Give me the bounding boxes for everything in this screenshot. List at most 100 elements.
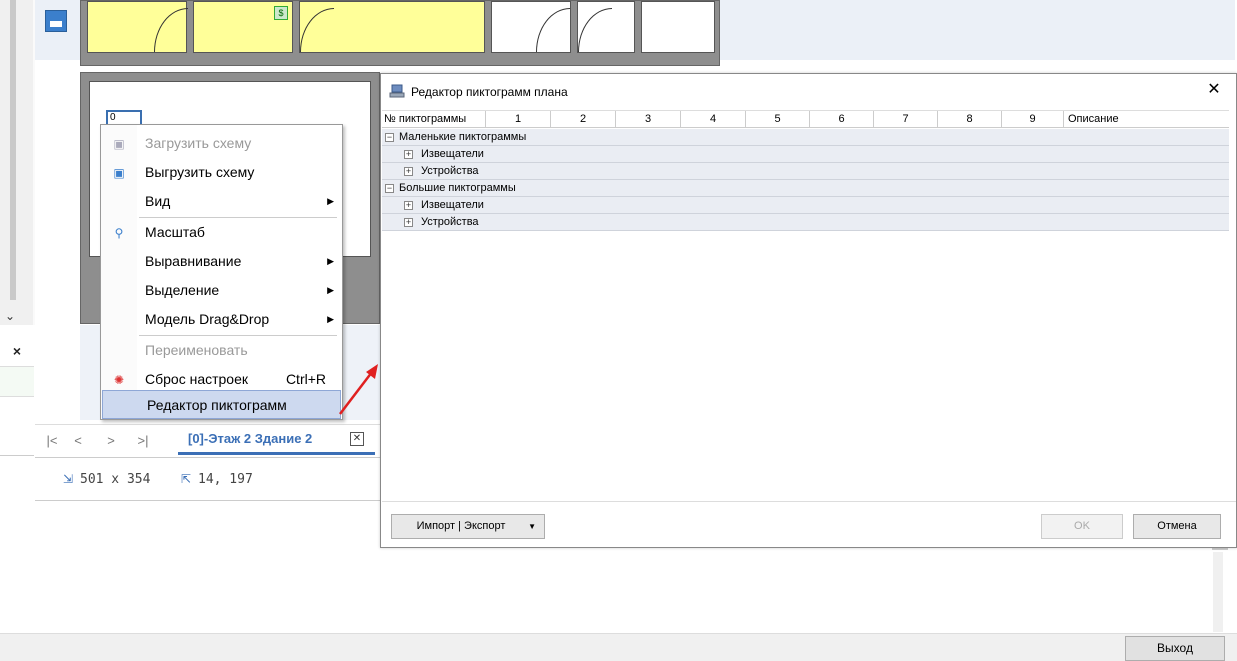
menu-item-label: Загрузить схему xyxy=(145,135,252,151)
column-header[interactable]: 6 xyxy=(810,111,874,128)
column-header[interactable]: 7 xyxy=(874,111,938,128)
column-header[interactable]: 5 xyxy=(746,111,810,128)
close-icon[interactable]: ✕ xyxy=(1204,80,1224,100)
editor-icon xyxy=(389,84,405,98)
position-readout: 14, 197 xyxy=(198,472,253,487)
tab-close-icon[interactable]: ✕ xyxy=(350,432,364,446)
annotation-arrow xyxy=(339,364,378,415)
plan-room[interactable] xyxy=(491,1,571,53)
door-arc xyxy=(578,8,612,52)
exit-button[interactable]: Выход xyxy=(1125,636,1225,661)
menu-item-selection[interactable]: Выделение ▶ xyxy=(101,276,342,305)
menu-item-rename: Переименовать xyxy=(101,336,342,365)
column-header[interactable]: 9 xyxy=(1002,111,1064,128)
icon-editor-dialog: Редактор пиктограмм плана ✕ № пиктограмм… xyxy=(380,73,1237,548)
door-arc xyxy=(154,8,188,52)
tree-row-label: Извещатели xyxy=(421,148,484,160)
expand-icon[interactable]: + xyxy=(404,150,413,159)
plan-room[interactable]: $ xyxy=(193,1,293,53)
tree-row-label: Извещатели xyxy=(421,199,484,211)
menu-item-export-scheme[interactable]: ▣ Выгрузить схему xyxy=(101,158,342,187)
column-header[interactable]: 4 xyxy=(681,111,746,128)
column-header[interactable]: 2 xyxy=(551,111,616,128)
menu-item-label: Выгрузить схему xyxy=(145,164,255,180)
magnifier-icon: ⚲ xyxy=(114,226,124,240)
next-page-button[interactable]: > xyxy=(101,431,121,451)
submenu-arrow-icon: ▶ xyxy=(327,256,334,266)
menu-item-label: Модель Drag&Drop xyxy=(145,311,270,327)
plan-room[interactable] xyxy=(641,1,715,53)
size-icon: ⇲ xyxy=(63,472,74,486)
tree-row-label: Устройства xyxy=(421,216,479,228)
menu-item-label: Вид xyxy=(145,193,171,209)
tree-child-row[interactable]: + Устройства xyxy=(382,214,1229,231)
menu-item-zoom[interactable]: ⚲ Масштаб xyxy=(101,218,342,247)
last-page-button[interactable]: >| xyxy=(133,431,153,451)
submenu-arrow-icon: ▶ xyxy=(327,314,334,324)
right-scrollbar[interactable] xyxy=(1213,552,1223,632)
device-icon[interactable]: $ xyxy=(274,6,288,20)
column-header[interactable]: 1 xyxy=(486,111,551,128)
menu-item-label: Сброс настроек xyxy=(145,371,249,387)
dropdown-arrow-icon: ▼ xyxy=(528,522,536,531)
bottom-bar xyxy=(0,633,1237,661)
expand-icon[interactable]: + xyxy=(404,201,413,210)
button-label: Импорт | Экспорт xyxy=(416,520,506,532)
expand-icon[interactable]: + xyxy=(404,218,413,227)
close-icon[interactable]: × xyxy=(0,335,34,367)
image-icon[interactable] xyxy=(45,10,67,32)
tab-label: [0]-Этаж 2 Здание 2 xyxy=(188,431,313,446)
tree-row-label: Устройства xyxy=(421,165,479,177)
tree-group-row[interactable]: − Маленькие пиктограммы xyxy=(382,129,1229,146)
menu-item-label: Переименовать xyxy=(145,342,248,358)
tree-group-row[interactable]: − Большие пиктограммы xyxy=(382,180,1229,197)
collapse-icon[interactable]: − xyxy=(385,184,394,193)
submenu-arrow-icon: ▶ xyxy=(327,196,334,206)
menu-item-label: Выделение xyxy=(145,282,220,298)
menu-item-label: Редактор пиктограмм xyxy=(147,397,287,413)
plan-room[interactable] xyxy=(577,1,635,53)
tree-child-row[interactable]: + Извещатели xyxy=(382,146,1229,163)
menu-item-align[interactable]: Выравнивание ▶ xyxy=(101,247,342,276)
column-header[interactable]: № пиктограммы xyxy=(382,111,486,128)
dialog-title: Редактор пиктограмм плана xyxy=(411,85,568,99)
tree-child-row[interactable]: + Устройства xyxy=(382,163,1229,180)
left-row xyxy=(0,367,34,397)
tab-floor-2[interactable]: [0]-Этаж 2 Здание 2 xyxy=(178,427,375,455)
expand-icon[interactable]: + xyxy=(404,167,413,176)
position-icon: ⇱ xyxy=(181,472,192,486)
menu-item-view[interactable]: Вид ▶ xyxy=(101,187,342,216)
prev-page-button[interactable]: < xyxy=(68,431,88,451)
app-root: ⌄ × $ 0 0 |< < > >| [0]-Этаж 2 З xyxy=(0,0,1237,661)
grid-header: № пиктограммы 1 2 3 4 5 6 7 8 9 Описание xyxy=(382,110,1229,128)
first-page-button[interactable]: |< xyxy=(42,431,62,451)
plan-room[interactable] xyxy=(299,1,485,53)
export-image-icon: ▣ xyxy=(113,166,125,180)
column-header[interactable]: 8 xyxy=(938,111,1002,128)
floor-plan-top[interactable]: $ xyxy=(80,0,720,66)
tree-row-label: Большие пиктограммы xyxy=(399,182,516,194)
menu-item-load-scheme: ▣ Загрузить схему xyxy=(101,129,342,158)
plan-room[interactable] xyxy=(87,1,188,53)
menu-item-drag-drop-model[interactable]: Модель Drag&Drop ▶ xyxy=(101,305,342,334)
left-panel xyxy=(0,0,33,325)
chevron-down-icon[interactable]: ⌄ xyxy=(2,309,18,325)
ok-button[interactable]: OK xyxy=(1041,514,1123,539)
menu-item-icon-editor[interactable]: Редактор пиктограмм xyxy=(102,390,341,419)
divider xyxy=(382,501,1236,502)
divider xyxy=(35,500,380,501)
door-arc xyxy=(536,8,570,52)
tree-child-row[interactable]: + Извещатели xyxy=(382,197,1229,214)
column-header[interactable]: 3 xyxy=(616,111,681,128)
submenu-arrow-icon: ▶ xyxy=(327,285,334,295)
collapse-icon[interactable]: − xyxy=(385,133,394,142)
tree-row-label: Маленькие пиктограммы xyxy=(399,131,527,143)
context-menu: ▣ Загрузить схему ▣ Выгрузить схему Вид … xyxy=(100,124,343,420)
door-arc xyxy=(300,8,334,52)
column-header[interactable]: Описание xyxy=(1064,111,1229,128)
gear-icon: ✺ xyxy=(113,373,125,387)
cancel-button[interactable]: Отмена xyxy=(1133,514,1221,539)
import-export-button[interactable]: Импорт | Экспорт ▼ xyxy=(391,514,545,539)
menu-item-label: Выравнивание xyxy=(145,253,242,269)
left-scrollbar[interactable] xyxy=(10,0,16,300)
